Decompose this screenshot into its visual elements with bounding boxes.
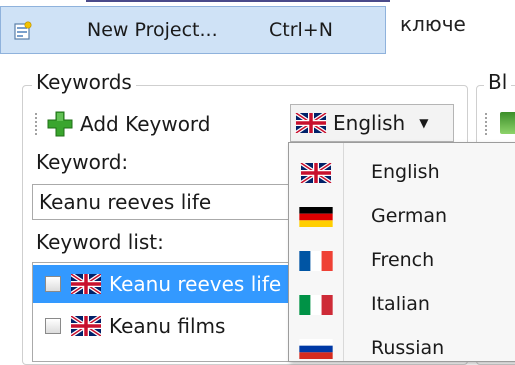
language-option-russian[interactable]: Russian [289, 327, 515, 361]
uk-flag-icon [299, 163, 333, 183]
language-option-german[interactable]: German [289, 195, 515, 239]
uk-flag-icon [71, 274, 101, 294]
add-keyword-button[interactable]: Add Keyword [46, 108, 211, 140]
second-group-title: Bl [484, 70, 512, 94]
germany-flag-icon [299, 207, 333, 227]
language-select-value: English [333, 111, 406, 135]
keyword-item-text: Keanu reeves life [109, 272, 282, 296]
keyword-list-item[interactable]: Keanu reeves life [33, 265, 289, 303]
keyword-checkbox[interactable] [45, 276, 61, 292]
add-keyword-label: Add Keyword [80, 112, 211, 136]
language-option-label: English [371, 161, 440, 183]
language-option-label: German [371, 205, 448, 227]
chevron-down-icon: ▼ [419, 116, 429, 130]
keyword-list-item[interactable]: Keanu films [33, 307, 289, 345]
language-option-english[interactable]: English [289, 151, 515, 195]
language-option-italian[interactable]: Italian [289, 283, 515, 327]
russia-flag-icon [299, 339, 333, 359]
second-toolbar-icon[interactable] [500, 112, 515, 134]
new-project-menu-item[interactable]: New Project... Ctrl+N [0, 6, 386, 54]
italy-flag-icon [299, 295, 333, 315]
keyword-input[interactable]: Keanu reeves life [32, 184, 290, 220]
keyword-item-text: Keanu films [109, 314, 226, 338]
language-dropdown-list[interactable]: English German French Italian Russian [288, 142, 515, 362]
france-flag-icon [299, 251, 333, 271]
menu-border-line [86, 0, 390, 2]
language-option-label: Italian [371, 293, 430, 315]
second-toolbar-grip[interactable] [484, 112, 488, 136]
language-select[interactable]: English ▼ [290, 104, 454, 142]
language-option-label: French [371, 249, 435, 271]
keyword-list[interactable]: Keanu reeves life Keanu films [32, 262, 290, 362]
language-option-label: Russian [371, 337, 445, 359]
language-option-french[interactable]: French [289, 239, 515, 283]
keyword-list-label: Keyword list: [36, 230, 164, 254]
add-icon [47, 111, 73, 137]
new-project-shortcut: Ctrl+N [269, 19, 333, 41]
keyword-label: Keyword: [36, 150, 129, 174]
uk-flag-icon [295, 113, 327, 133]
keywords-group-title: Keywords [32, 70, 136, 94]
new-project-label: New Project... [87, 19, 218, 41]
uk-flag-icon [71, 316, 101, 336]
toolbar-grip[interactable] [34, 112, 38, 136]
keyword-checkbox[interactable] [45, 318, 61, 334]
new-project-icon [14, 21, 32, 40]
background-text: ключе [400, 12, 466, 36]
